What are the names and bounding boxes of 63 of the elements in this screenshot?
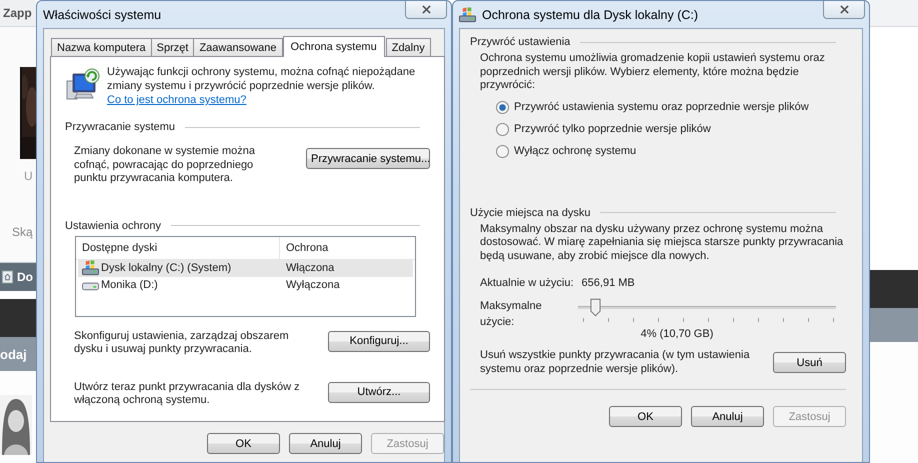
radio-icon[interactable] [496,100,509,114]
section-bar [870,308,918,342]
configure-description: Skonfiguruj ustawienia, zarządzaj obszarem dysku i usuwaj punkty przywracania. [74,330,290,356]
location-label: Ską [12,225,34,239]
section-heading: Przywracanie systemu [65,121,176,133]
dialog-button[interactable]: Anuluj [691,406,764,427]
current-usage-label: Aktualnie w użyciu: [480,277,574,289]
drive-icon [459,6,476,22]
radio-icon[interactable] [496,122,509,136]
header-bar [870,0,918,27]
max-usage-label: Maksymalne użycie: [480,299,543,330]
drive-row[interactable]: Monika (D:) Wyłączona [78,276,413,294]
dark-band [870,270,918,308]
tab[interactable]: Zaawansowane [193,38,283,56]
drive-icon [82,260,99,276]
column-header[interactable]: Ochrona [280,236,328,258]
delete-description: Usuń wszystkie punkty przywracania (w tym ustawienia systemu oraz poprzednie wersje plików). [480,349,750,376]
home-icon [2,270,13,284]
radio-option[interactable]: Wyłącz ochronę systemu [496,144,846,158]
system-restore-button[interactable]: Przywracanie systemu... [306,148,430,169]
column-header[interactable]: Dostępne dyski [76,236,280,258]
usage-description: Maksymalny obszar na dysku używany przez ochronę systemu można dostosować. W miarę zapełniania się miejsca starsze punkty przywracania będą usuwane, aby zrobić miejsce dla nowych. [480,222,844,263]
drive-name: Dysk lokalny (C:) (System) [101,262,232,274]
tab[interactable]: Sprzęt [150,38,194,56]
intro-text: Używając funkcji ochrony systemu, można cofnąć niepożądane zmiany systemu i przywrócić poprzednie wersje plików. Co to jest ochrona systemu? [107,65,416,107]
configure-button[interactable]: Konfiguruj... [328,330,430,352]
section-heading: Ustawienia ochrony [65,220,161,232]
tab[interactable]: Zdalny [386,38,431,56]
dark-band [0,299,36,337]
create-button[interactable]: Utwórz... [328,382,430,402]
window-title: Właściwości systemu [43,8,162,22]
current-usage-value: 656,91 MB [582,277,635,289]
drive-row[interactable]: Dysk lokalny (C:) (System) Włączona [78,260,413,276]
dialog-button[interactable]: OK [609,406,682,427]
site-title: Zapp [2,6,32,20]
protection-status: Wyłączona [285,279,340,291]
close-button[interactable] [405,1,447,19]
drive-name: Monika (D:) [101,279,158,291]
radio-icon[interactable] [496,144,509,158]
radio-option[interactable]: Przywróć tylko poprzednie wersje plików [496,122,846,136]
usage-slider[interactable] [576,298,838,324]
dialog-button[interactable]: OK [207,433,280,454]
help-link[interactable]: Co to jest ochrona systemu? [107,94,246,106]
create-description: Utwórz teraz punkt przywracania dla dysków z włączoną ochroną systemu. [74,380,301,408]
slider-reading: 4% (10,70 GB) [640,328,714,340]
dialog-button[interactable]: Anuluj [289,433,362,454]
restore-description: Ochrona systemu umożliwia gromadzenie kopii ustawień systemu oraz poprzednich wersji plików. Wybierz elementy, które można będzie przywrócić: [480,52,826,92]
radio-option[interactable]: Przywróć ustawienia systemu oraz poprzednie wersje plików [496,100,846,114]
tab[interactable]: Ochrona systemu [282,36,385,57]
delete-button[interactable]: Usuń [773,352,846,373]
tab[interactable]: Nazwa komputera [51,38,152,56]
section-title: odaj [0,346,27,362]
section-heading: Użycie miejsca na dysku [470,206,590,218]
user-label: U [24,169,34,183]
slider-thumb[interactable] [590,298,602,317]
close-icon [422,5,430,14]
protection-status: Włączona [285,262,334,274]
close-icon [840,5,848,14]
close-button[interactable] [823,1,865,19]
nav-link[interactable]: Do [17,270,33,284]
section-heading: Przywróć ustawienia [470,36,570,48]
restore-description: Zmiany dokonane w systemie można cofnąć, powracając do poprzedniego punktu przywracania komputera. [74,145,256,186]
window-title: Ochrona systemu dla Dysk lokalny (C:) [482,8,698,22]
